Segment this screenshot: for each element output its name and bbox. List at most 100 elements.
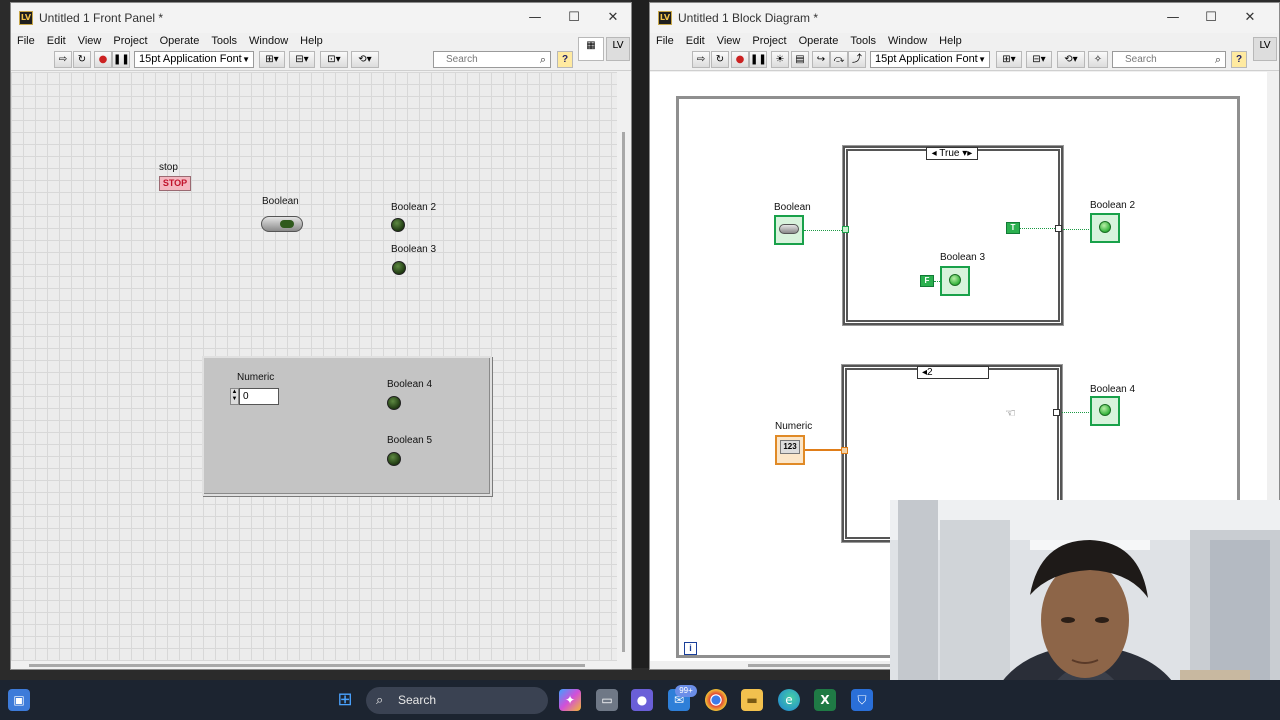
run-continuously-icon[interactable]: ↻ (73, 51, 91, 68)
edge-icon[interactable]: e (778, 689, 800, 711)
stop-label: stop (159, 162, 178, 173)
boolean4-indicator-terminal[interactable] (1090, 396, 1120, 426)
security-shield-icon[interactable]: ⛉ (851, 689, 873, 711)
menu-window[interactable]: Window (243, 35, 294, 47)
menu-tools[interactable]: Tools (844, 35, 882, 47)
false-constant[interactable]: F (920, 275, 934, 287)
front-panel-titlebar[interactable]: LV Untitled 1 Front Panel * — ☐ ✕ (11, 3, 631, 33)
iteration-terminal[interactable]: i (684, 642, 697, 655)
close-icon[interactable]: ✕ (593, 3, 631, 33)
task-view-icon[interactable]: ▣ (8, 689, 30, 711)
chevron-down-icon: ▼ (978, 55, 986, 64)
maximize-icon[interactable]: ☐ (554, 3, 594, 33)
selector-terminal[interactable] (841, 447, 848, 454)
boolean2-indicator-terminal[interactable] (1090, 213, 1120, 243)
distribute-objects-icon[interactable]: ⊟▾ (1026, 51, 1052, 68)
step-over-icon[interactable]: ⤼ (830, 51, 848, 68)
boolean-control-terminal[interactable] (774, 215, 804, 245)
menu-file[interactable]: File (650, 35, 680, 47)
menu-edit[interactable]: Edit (41, 35, 72, 47)
boolean5-led[interactable] (387, 452, 401, 466)
menu-view[interactable]: View (72, 35, 108, 47)
selector-terminal[interactable] (842, 226, 849, 233)
maximize-icon[interactable]: ☐ (1191, 3, 1231, 33)
context-help-icon[interactable]: ? (557, 51, 573, 68)
menu-file[interactable]: File (11, 35, 41, 47)
align-objects-icon[interactable]: ⊞▾ (996, 51, 1022, 68)
highlight-execution-icon[interactable]: ☀ (771, 51, 789, 68)
menu-view[interactable]: View (711, 35, 747, 47)
menu-project[interactable]: Project (107, 35, 153, 47)
stop-button[interactable]: STOP (159, 176, 191, 191)
taskbar-search[interactable]: ⌕ Search (366, 687, 548, 714)
reorder-icon[interactable]: ⟲▾ (351, 51, 379, 68)
vi-icon[interactable]: LV (1253, 37, 1277, 61)
mail-badge: 99+ (675, 685, 697, 697)
pause-icon[interactable]: ❚❚ (112, 51, 130, 68)
close-icon[interactable]: ✕ (1230, 3, 1270, 33)
minimize-icon[interactable]: — (1153, 3, 1193, 33)
scrollbar-thumb[interactable] (29, 664, 585, 667)
menu-help[interactable]: Help (294, 35, 329, 47)
numeric-wire (805, 449, 842, 451)
menu-operate[interactable]: Operate (154, 35, 206, 47)
menu-help[interactable]: Help (933, 35, 968, 47)
boolean3-led[interactable] (392, 261, 406, 275)
numeric-control[interactable]: 0 (239, 388, 279, 405)
numeric-control-terminal[interactable]: 123 (775, 435, 805, 465)
menu-edit[interactable]: Edit (680, 35, 711, 47)
abort-icon[interactable]: ● (731, 51, 749, 68)
menu-operate[interactable]: Operate (793, 35, 845, 47)
retain-wire-values-icon[interactable]: ▤ (791, 51, 809, 68)
boolean2-led[interactable] (391, 218, 405, 232)
step-into-icon[interactable]: ↪ (812, 51, 830, 68)
menu-tools[interactable]: Tools (205, 35, 243, 47)
vertical-scrollbar[interactable] (617, 72, 631, 664)
scrollbar-thumb[interactable] (622, 132, 625, 652)
resize-objects-icon[interactable]: ⊡▾ (320, 51, 348, 68)
boolean3-indicator-terminal[interactable] (940, 266, 970, 296)
context-help-icon[interactable]: ? (1231, 51, 1247, 68)
reorder-icon[interactable]: ⟲▾ (1057, 51, 1085, 68)
boolean-toggle-switch[interactable] (261, 216, 303, 232)
numeric-increment-decrement[interactable]: ▲ ▼ (230, 388, 239, 405)
pause-icon[interactable]: ❚❚ (749, 51, 767, 68)
horizontal-scrollbar[interactable] (11, 661, 619, 669)
vi-icon[interactable]: LV (606, 37, 630, 61)
true-constant[interactable]: T (1006, 222, 1020, 234)
run-arrow-icon[interactable]: ⇨ (692, 51, 710, 68)
output-tunnel[interactable] (1053, 409, 1060, 416)
cluster-container[interactable]: Numeric ▲ ▼ 0 Boolean 4 Boolean 5 (202, 356, 492, 496)
run-arrow-icon[interactable]: ⇨ (54, 51, 72, 68)
search-input[interactable]: Search ⌕ (433, 51, 551, 68)
output-tunnel[interactable] (1055, 225, 1062, 232)
teams-meeting-icon[interactable]: ● (631, 689, 653, 711)
menu-window[interactable]: Window (882, 35, 933, 47)
minimize-icon[interactable]: — (515, 3, 555, 33)
clean-up-diagram-icon[interactable]: ✧ (1088, 51, 1108, 68)
align-objects-icon[interactable]: ⊞▾ (259, 51, 285, 68)
case-structure-true[interactable]: ◂ True ▾▸ Boolean 3 F T (842, 145, 1064, 326)
menu-project[interactable]: Project (746, 35, 792, 47)
copilot-icon[interactable]: ✦ (559, 689, 581, 711)
step-out-icon[interactable]: ⤴ (848, 51, 866, 68)
boolean4-led[interactable] (387, 396, 401, 410)
block-diagram-titlebar[interactable]: LV Untitled 1 Block Diagram * — ☐ ✕ (650, 3, 1279, 33)
search-input[interactable]: Search ⌕ (1112, 51, 1226, 68)
start-windows-icon[interactable]: ⊞ (334, 689, 356, 711)
folder-icon[interactable]: ▬ (741, 689, 763, 711)
chrome-icon[interactable] (705, 689, 727, 711)
font-select[interactable]: 15pt Application Font ▼ (870, 51, 990, 68)
font-select[interactable]: 15pt Application Font ▼ (134, 51, 254, 68)
run-continuously-icon[interactable]: ↻ (711, 51, 729, 68)
excel-icon[interactable]: X (814, 689, 836, 711)
file-manager-icon[interactable]: ▭ (596, 689, 618, 711)
false-constant-text: F (924, 276, 930, 285)
connector-pane-icon[interactable]: ▦ (578, 37, 604, 61)
abort-icon[interactable]: ● (94, 51, 112, 68)
search-placeholder: Search (1125, 54, 1157, 65)
front-panel-canvas[interactable]: stop STOP Boolean Boolean 2 Boolean 3 Nu… (11, 72, 619, 664)
case-selector[interactable]: ◂2 (917, 366, 989, 379)
case-selector[interactable]: ◂ True ▾▸ (926, 147, 978, 160)
distribute-objects-icon[interactable]: ⊟▾ (289, 51, 315, 68)
